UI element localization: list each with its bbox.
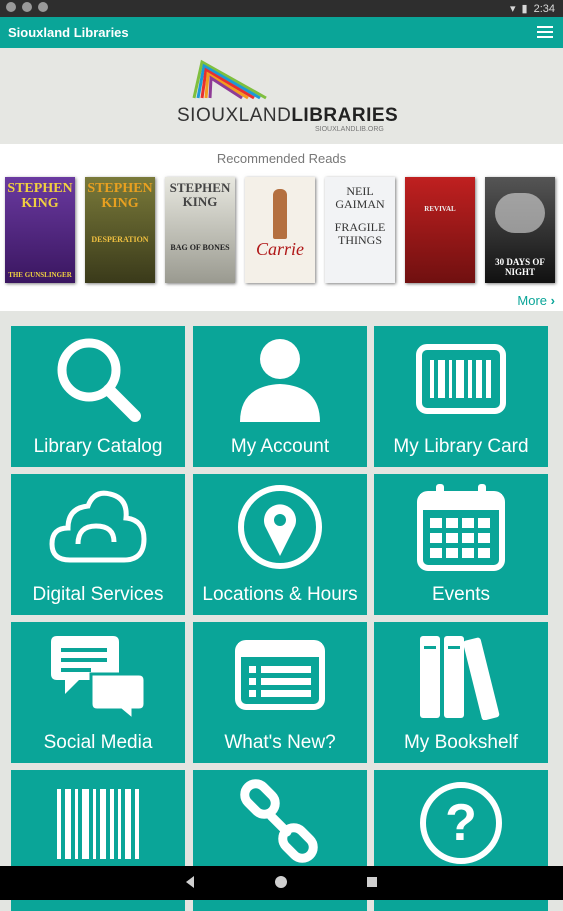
tile-label: Events: [431, 584, 491, 605]
clock: 2:34: [533, 2, 555, 15]
barcode-icon: [57, 788, 139, 859]
help-icon: ?: [420, 781, 502, 864]
app-bar: Siouxland Libraries: [0, 17, 563, 48]
tile-events[interactable]: Events: [374, 474, 548, 615]
battery-icon: ▮: [521, 3, 528, 15]
svg-text:?: ?: [445, 794, 477, 852]
book-cover[interactable]: STEPHEN KING DESPERATION: [85, 177, 155, 283]
tile-my-account[interactable]: My Account: [193, 326, 367, 467]
home-icon[interactable]: [274, 875, 288, 889]
app-title: Siouxland Libraries: [8, 25, 129, 40]
back-icon[interactable]: [184, 875, 196, 889]
tile-label: Digital Services: [32, 584, 164, 605]
hamburger-menu-icon[interactable]: [537, 26, 553, 38]
book-cover[interactable]: STEPHEN KING THE GUNSLINGER: [5, 177, 75, 283]
search-icon: [57, 338, 141, 422]
tile-social-media[interactable]: Social Media: [11, 622, 185, 763]
book-cover[interactable]: Carrie: [245, 177, 315, 283]
status-bar: ▾ ▮ 2:34: [0, 0, 563, 17]
tile-locations-hours[interactable]: Locations & Hours: [193, 474, 367, 615]
more-link[interactable]: More ›: [517, 293, 555, 308]
library-logo-icon: [192, 59, 267, 100]
notification-icon: [38, 2, 48, 12]
tile-label: My Library Card: [393, 436, 529, 457]
system-nav-bar: [0, 866, 563, 900]
tile-library-catalog[interactable]: Library Catalog: [11, 326, 185, 467]
tile-label: Social Media: [43, 732, 153, 753]
recents-icon[interactable]: [366, 875, 378, 889]
logo-wordmark: SIOUXLANDLIBRARIES: [177, 105, 399, 126]
tile-my-library-card[interactable]: My Library Card: [374, 326, 548, 467]
tile-whats-new[interactable]: What's New?: [193, 622, 367, 763]
news-list-icon: [235, 639, 325, 710]
chat-bubbles-icon: [50, 635, 146, 720]
cloud-icon: [49, 490, 147, 562]
book-carousel[interactable]: STEPHEN KING THE GUNSLINGER STEPHEN KING…: [5, 177, 555, 283]
recommended-reads-title: Recommended Reads: [216, 151, 347, 166]
book-cover[interactable]: 30 DAYS OF NIGHT: [485, 177, 555, 283]
tile-label: My Account: [230, 436, 330, 457]
calendar-icon: [417, 483, 505, 571]
wifi-icon: ▾: [509, 3, 516, 15]
tile-label: Locations & Hours: [202, 584, 358, 605]
book-cover[interactable]: NEIL GAIMAN FRAGILE THINGS: [325, 177, 395, 283]
notification-icon: [6, 2, 16, 12]
books-icon: [420, 635, 500, 720]
location-pin-icon: [238, 484, 322, 569]
book-cover[interactable]: REVIVAL: [405, 177, 475, 283]
chevron-right-icon: ›: [550, 293, 555, 308]
tile-label: What's New?: [224, 732, 336, 753]
tile-digital-services[interactable]: Digital Services: [11, 474, 185, 615]
link-icon: [240, 778, 318, 863]
tile-label: My Bookshelf: [403, 732, 519, 753]
notification-icon: [22, 2, 32, 12]
tile-my-bookshelf[interactable]: My Bookshelf: [374, 622, 548, 763]
logo-url: SIOUXLANDLIB.ORG: [315, 126, 384, 133]
book-cover[interactable]: STEPHEN KING BAG OF BONES: [165, 177, 235, 283]
person-icon: [240, 338, 320, 422]
logo-banner: SIOUXLANDLIBRARIES SIOUXLANDLIB.ORG: [0, 48, 563, 144]
recommended-reads: Recommended Reads STEPHEN KING THE GUNSL…: [0, 144, 563, 311]
tile-label: Library Catalog: [33, 436, 163, 457]
barcode-card-icon: [416, 343, 506, 414]
